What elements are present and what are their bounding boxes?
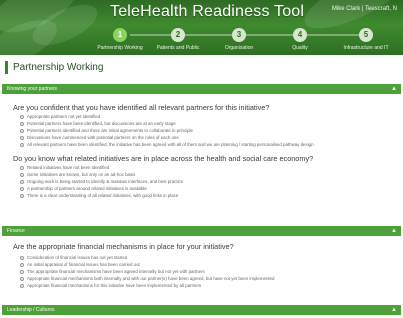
step-label: Patients and Public — [156, 45, 200, 51]
option-label: Appropriate financial mechanisms for thi… — [27, 283, 202, 288]
question-text: Are you confident that you have identifi… — [13, 103, 270, 112]
radio-button[interactable] — [20, 186, 24, 191]
step-organisation[interactable]: 3 Organisation — [214, 28, 264, 51]
answer-option[interactable]: An initial appraisal of financial issues… — [20, 262, 140, 267]
radio-button[interactable] — [20, 172, 24, 177]
radio-button[interactable] — [20, 128, 24, 133]
answer-option[interactable]: Related initiatives have not been identi… — [20, 165, 109, 170]
step-label: Infrastructure and IT — [343, 45, 389, 51]
user-info[interactable]: Mike Clark | Teescraft, N — [332, 6, 397, 12]
answer-option[interactable]: Ongoing work is being started to identif… — [20, 179, 183, 184]
section-label: Finance — [7, 228, 25, 234]
radio-button[interactable] — [20, 114, 24, 119]
step-number: 5 — [359, 28, 373, 42]
caret-up-icon[interactable]: ▲ — [391, 226, 397, 236]
radio-button[interactable] — [20, 283, 24, 288]
step-infrastructure-and-it[interactable]: 5 Infrastructure and IT — [341, 28, 391, 51]
radio-button[interactable] — [20, 269, 24, 274]
step-number: 3 — [232, 28, 246, 42]
option-label: Potential partners have been identified,… — [27, 121, 176, 126]
answer-option[interactable]: Appropriate financial mechanisms for thi… — [20, 283, 201, 288]
section-header-finance[interactable]: Finance ▲ — [2, 226, 401, 236]
step-partnership-working[interactable]: 1 Partnership Working — [95, 28, 145, 51]
option-label: Some initiatives are known, but only on … — [27, 172, 136, 177]
option-label: Consideration of financial issues has no… — [27, 255, 128, 260]
option-label: A partnership of partners around related… — [27, 186, 147, 191]
option-label: The appropriate financial mechanisms hav… — [27, 269, 205, 274]
page-title-block: Partnership Working — [5, 61, 103, 74]
question-text: Are the appropriate financial mechanisms… — [13, 242, 234, 251]
section-label: Knowing your partners — [7, 86, 58, 92]
step-patients-and-public[interactable]: 2 Patients and Public — [153, 28, 203, 51]
radio-button[interactable] — [20, 255, 24, 260]
step-label: Quality — [292, 45, 308, 51]
section-header-leadership[interactable]: Leadership / Cultures ▲ — [2, 305, 401, 315]
answer-option[interactable]: Appropriate partners not yet identified — [20, 114, 100, 119]
radio-button[interactable] — [20, 165, 24, 170]
radio-button[interactable] — [20, 262, 24, 267]
answer-option[interactable]: Consideration of financial issues has no… — [20, 255, 127, 260]
option-label: Related initiatives have not been identi… — [27, 165, 110, 170]
answer-option[interactable]: Potential partners have been identified,… — [20, 121, 176, 126]
caret-up-icon[interactable]: ▲ — [391, 305, 397, 315]
option-label: Ongoing work is being started to identif… — [27, 179, 184, 184]
radio-button[interactable] — [20, 276, 24, 281]
answer-option[interactable]: Some initiatives are known, but only on … — [20, 172, 135, 177]
radio-button[interactable] — [20, 121, 24, 126]
answer-option[interactable]: All relevant partners have been identifi… — [20, 142, 314, 147]
answer-option[interactable]: There is a clear understanding of all re… — [20, 193, 178, 198]
step-number: 2 — [171, 28, 185, 42]
step-number: 4 — [293, 28, 307, 42]
caret-up-icon[interactable]: ▲ — [391, 84, 397, 94]
step-number: 1 — [113, 28, 127, 42]
answer-option[interactable]: Potential partners identified and there … — [20, 128, 193, 133]
page-title: Partnership Working — [13, 62, 104, 73]
section-label: Leadership / Cultures — [7, 307, 55, 313]
step-quality[interactable]: 4 Quality — [275, 28, 325, 51]
answer-option[interactable]: Discussions have commenced with potentia… — [20, 135, 179, 140]
section-header-knowing-partners[interactable]: Knowing your partners ▲ — [2, 84, 401, 94]
option-label: All relevant partners have been identifi… — [27, 142, 314, 147]
radio-button[interactable] — [20, 179, 24, 184]
option-label: An initial appraisal of financial issues… — [27, 262, 140, 267]
option-label: Discussions have commenced with potentia… — [27, 135, 179, 140]
option-label: Potential partners identified and there … — [27, 128, 193, 133]
option-label: There is a clear understanding of all re… — [27, 193, 179, 198]
app-title: TeleHealth Readiness Tool — [110, 3, 305, 20]
answer-option[interactable]: The appropriate financial mechanisms hav… — [20, 269, 205, 274]
option-label: Appropriate partners not yet identified — [27, 114, 101, 119]
radio-button[interactable] — [20, 193, 24, 198]
app-header: TeleHealth Readiness Tool Mike Clark | T… — [0, 0, 403, 55]
radio-button[interactable] — [20, 135, 24, 140]
answer-option[interactable]: Appropriate financial mechanisms both in… — [20, 276, 275, 281]
radio-button[interactable] — [20, 142, 24, 147]
option-label: Appropriate financial mechanisms both in… — [27, 276, 275, 281]
question-text: Do you know what related initiatives are… — [13, 154, 314, 163]
step-label: Organisation — [224, 45, 254, 51]
step-label: Partnership Working — [97, 45, 143, 51]
answer-option[interactable]: A partnership of partners around related… — [20, 186, 147, 191]
